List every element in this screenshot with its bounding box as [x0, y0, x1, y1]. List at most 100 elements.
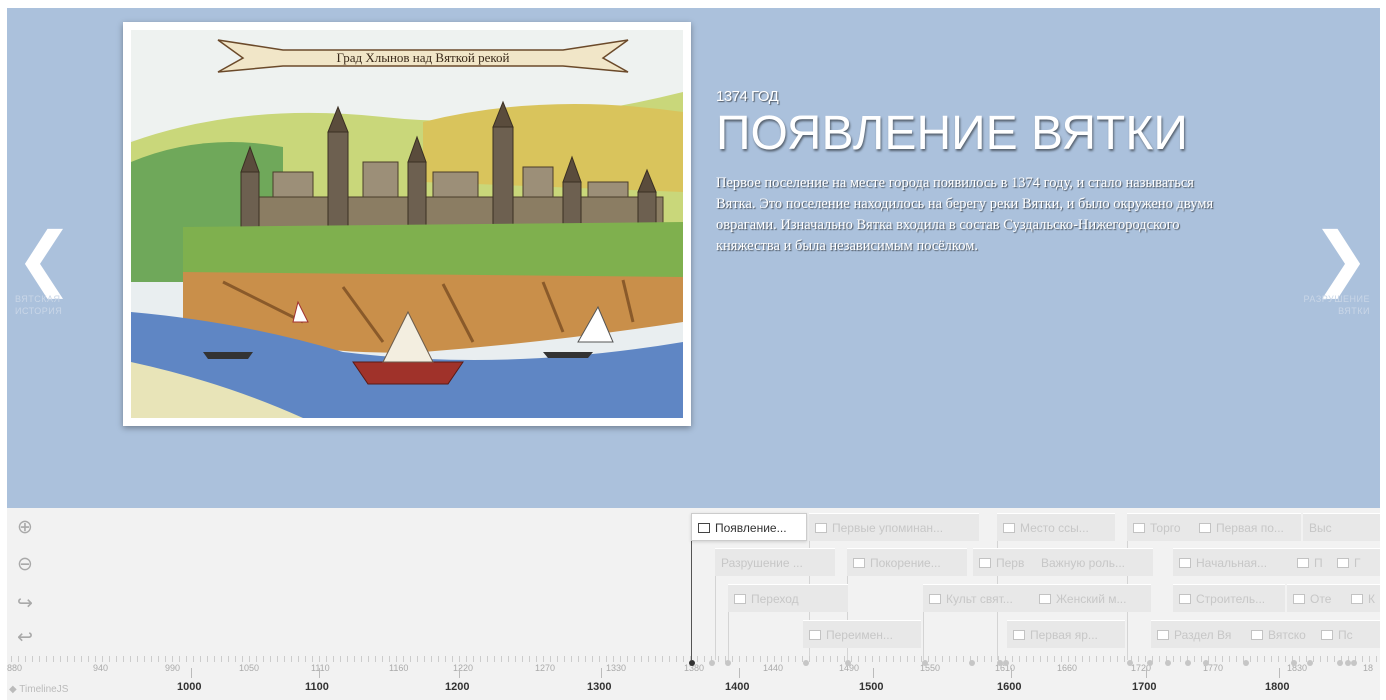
- minor-tick: [627, 656, 628, 662]
- zoom-out-icon[interactable]: ⊖: [17, 553, 39, 575]
- timeline-marker[interactable]: Первая по...: [1193, 513, 1301, 541]
- minor-tick: [865, 656, 866, 662]
- marker-label: Место ссы...: [1020, 521, 1089, 535]
- event-dot[interactable]: [1003, 660, 1009, 666]
- minor-tick: [172, 656, 173, 662]
- event-dot-active[interactable]: [689, 660, 695, 666]
- minor-tick: [1327, 656, 1328, 662]
- time-axis[interactable]: 880 940 990 1050 1110 1160 1220 1270 1330 1380 144…: [7, 652, 1380, 700]
- minor-tick: [529, 656, 530, 662]
- minor-tick: [480, 656, 481, 662]
- event-dot[interactable]: [1351, 660, 1357, 666]
- timeline-marker[interactable]: Торго: [1127, 513, 1193, 541]
- timeline-marker[interactable]: Вятско: [1245, 620, 1315, 648]
- minor-tick: [221, 656, 222, 662]
- timeline-marker[interactable]: Место ссы...: [997, 513, 1115, 541]
- minor-tick: [284, 656, 285, 662]
- timeline-marker[interactable]: Первая яр...: [1007, 620, 1125, 648]
- slide-body: Первое поселение на месте города появило…: [716, 175, 1214, 254]
- event-dot[interactable]: [969, 660, 975, 666]
- major-tick-label: 1600: [997, 681, 1022, 693]
- timeline-marker[interactable]: Важную роль...: [1035, 548, 1153, 576]
- timeline-marker[interactable]: П: [1291, 548, 1331, 576]
- timeline-marker[interactable]: К: [1345, 584, 1380, 612]
- timeline-marker[interactable]: Г: [1331, 548, 1380, 576]
- minor-tick: [739, 656, 740, 662]
- next-slide-label: Разрушение Вятки: [1303, 294, 1370, 316]
- minor-tick: [60, 656, 61, 662]
- image-icon: [1351, 594, 1363, 604]
- timeline-marker[interactable]: Оте: [1287, 584, 1345, 612]
- minor-tick: [1117, 656, 1118, 662]
- marker-label: Г: [1354, 556, 1361, 570]
- marker-label: Первые упоминан...: [832, 521, 944, 535]
- event-dot[interactable]: [1307, 660, 1313, 666]
- timeline-marker[interactable]: Переход: [728, 584, 848, 612]
- timeline-marker[interactable]: Выс: [1303, 513, 1380, 541]
- event-dot[interactable]: [845, 660, 851, 666]
- event-dot[interactable]: [1127, 660, 1133, 666]
- minor-tick: [277, 656, 278, 662]
- chevron-right-icon: ❯: [1311, 217, 1370, 299]
- minor-tick: [340, 656, 341, 662]
- timeline-marker[interactable]: Перв: [973, 548, 1035, 576]
- minor-tick: [1096, 656, 1097, 662]
- minor-tick: [473, 656, 474, 662]
- next-slide-button[interactable]: ❯ Разрушение Вятки: [1280, 223, 1370, 317]
- timeline-marker[interactable]: Строитель...: [1173, 584, 1285, 612]
- minor-tick: [872, 656, 873, 662]
- event-dot[interactable]: [1147, 660, 1153, 666]
- minor-tick: [410, 656, 411, 662]
- minor-tick: [291, 656, 292, 662]
- slide-panel: Град Хлынов над Вяткой рекой ❮ ВЯТСКАЯ И…: [7, 8, 1380, 508]
- minor-tick: [655, 656, 656, 662]
- timeline-marker-active[interactable]: Появление...: [691, 513, 807, 541]
- minor-tick: [228, 656, 229, 662]
- minor-tick: [95, 656, 96, 662]
- minor-tick: [116, 656, 117, 662]
- major-tick: [1011, 668, 1012, 678]
- event-dot[interactable]: [1203, 660, 1209, 666]
- marker-label: Первая по...: [1216, 521, 1284, 535]
- timeline-marker[interactable]: Первые упоминан...: [809, 513, 979, 541]
- minor-tick: [781, 656, 782, 662]
- minor-tick: [1033, 656, 1034, 662]
- timeline-marker[interactable]: Разрушение ...: [715, 548, 835, 576]
- minor-tick: [1054, 656, 1055, 662]
- minor-tick: [1061, 656, 1062, 662]
- event-dot[interactable]: [1165, 660, 1171, 666]
- undo-icon[interactable]: ↩: [17, 626, 39, 648]
- timeline-navigator[interactable]: ⊕ ⊖ ↪ ↩ Появление... Первые упоминан... …: [7, 508, 1380, 700]
- timeline-marker[interactable]: Начальная...: [1173, 548, 1291, 576]
- minor-tick-label: 1220: [453, 663, 474, 673]
- event-dot[interactable]: [725, 660, 731, 666]
- event-dot[interactable]: [709, 660, 715, 666]
- minor-tick: [774, 656, 775, 662]
- previous-slide-button[interactable]: ❮ Вятская история: [15, 223, 105, 317]
- timeline-marker[interactable]: Покорение...: [847, 548, 967, 576]
- minor-tick: [1180, 656, 1181, 662]
- event-dot[interactable]: [922, 660, 928, 666]
- image-icon: [929, 594, 941, 604]
- marker-label: П: [1314, 556, 1323, 570]
- minor-tick: [1299, 656, 1300, 662]
- timeline-marker[interactable]: Раздел Вя: [1151, 620, 1245, 648]
- event-dot[interactable]: [1185, 660, 1191, 666]
- timeline-marker[interactable]: Культ свят...: [923, 584, 1033, 612]
- event-dot[interactable]: [1243, 660, 1249, 666]
- minor-tick: [46, 656, 47, 662]
- return-icon[interactable]: ↪: [17, 592, 39, 614]
- timeline-marker[interactable]: Переимен...: [803, 620, 921, 648]
- minor-tick: [1068, 656, 1069, 662]
- event-dot[interactable]: [1291, 660, 1297, 666]
- minor-tick: [851, 656, 852, 662]
- image-icon: [1199, 523, 1211, 533]
- timeline-marker[interactable]: Пс: [1315, 620, 1380, 648]
- minor-tick: [949, 656, 950, 662]
- minor-tick-label: 18: [1363, 663, 1374, 673]
- event-dot[interactable]: [1337, 660, 1343, 666]
- timeline-marker[interactable]: Женский м...: [1033, 584, 1151, 612]
- minor-tick: [1362, 656, 1363, 662]
- event-dot[interactable]: [803, 660, 809, 666]
- zoom-in-icon[interactable]: ⊕: [17, 516, 39, 538]
